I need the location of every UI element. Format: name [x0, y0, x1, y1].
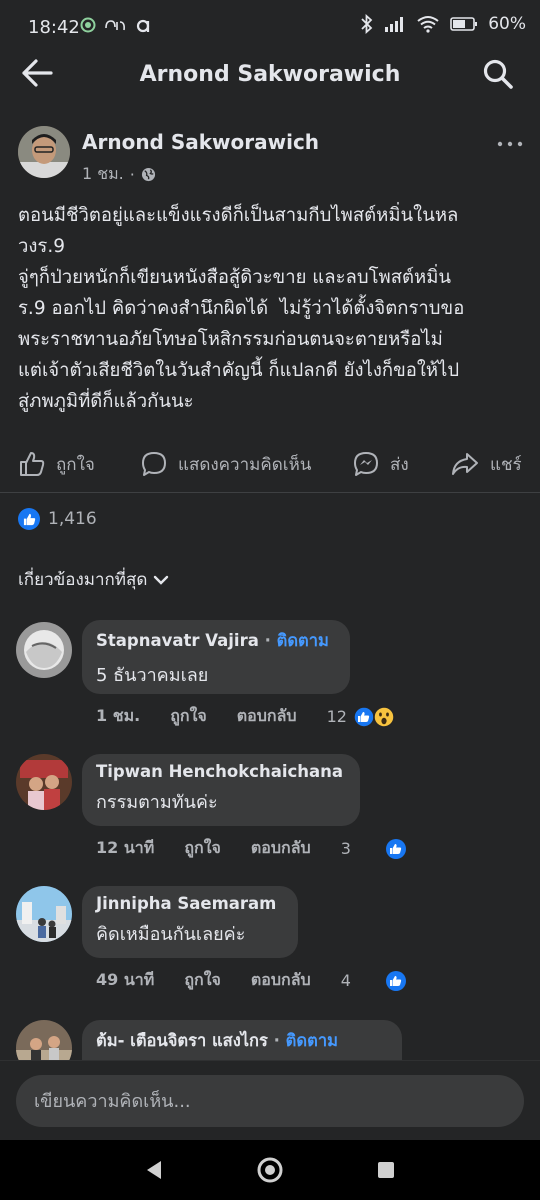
reaction-count: 1,416	[48, 509, 97, 529]
comment-reactions[interactable]: 3	[341, 838, 407, 860]
triangle-back-icon	[147, 1161, 161, 1179]
comment-bubble[interactable]: Jinnipha Saemaram คิดเหมือนกันเลยค่ะ	[82, 886, 298, 958]
comment-input[interactable]	[16, 1075, 524, 1127]
commenter-name[interactable]: Tipwan Henchokchaichana	[96, 762, 346, 781]
nav-recents-button[interactable]	[370, 1154, 402, 1186]
post-author-name[interactable]: Arnond Sakworawich	[82, 130, 319, 154]
post-meta: 1 ชม. ·	[82, 162, 156, 187]
comment-reply-link[interactable]: ตอบกลับ	[237, 704, 297, 729]
like-reaction-icon	[353, 705, 375, 728]
post-time: 1 ชม.	[82, 164, 124, 183]
top-bar: Arnond Sakworawich	[0, 44, 540, 104]
commenter-name[interactable]: Jinnipha Saemaram	[96, 894, 284, 913]
comment-like-link[interactable]: ถูกใจ	[170, 704, 207, 729]
signal-icon	[385, 17, 404, 32]
search-button[interactable]	[482, 58, 516, 92]
like-label: ถูกใจ	[56, 454, 95, 475]
comment-reactions[interactable]: 12	[326, 705, 395, 728]
status-time: 18:42	[28, 17, 80, 38]
share-icon	[452, 453, 478, 475]
comment-time: 49 นาที	[96, 970, 155, 989]
comment-like-link[interactable]: ถูกใจ	[184, 968, 221, 993]
comment-icon	[142, 452, 166, 476]
square-recents-icon	[378, 1162, 394, 1178]
like-reaction-icon	[385, 970, 406, 991]
share-label: แชร์	[490, 454, 522, 475]
comment-text: 5 ธันวาคมเลย	[96, 665, 209, 686]
post-more-button[interactable]	[496, 134, 526, 154]
commenter-name[interactable]: ต้ม- เตือนจิตรา แสงไกร	[96, 1031, 268, 1050]
comment-text: คิดเหมือนกันเลยค่ะ	[96, 924, 246, 945]
sort-label: เกี่ยวข้องมากที่สุด	[18, 570, 148, 590]
commenter-avatar[interactable]	[16, 754, 72, 810]
comment-reply-link[interactable]: ตอบกลับ	[251, 968, 311, 993]
comment-reaction-count: 3	[340, 839, 351, 858]
comment-text: กรรมตามทันค่ะ	[96, 792, 218, 813]
follow-link[interactable]: ติดตาม	[286, 1031, 338, 1050]
comment-reply-link[interactable]: ตอบกลับ	[251, 836, 311, 861]
comment-reaction-count: 4	[340, 971, 351, 990]
page-title: Arnond Sakworawich	[139, 62, 401, 87]
comment-button[interactable]: แสดงความคิดเห็น	[140, 440, 311, 488]
globe-icon	[141, 167, 155, 182]
wow-reaction-icon	[373, 705, 395, 728]
home-circle-icon	[257, 1157, 283, 1183]
post-header: Arnond Sakworawich 1 ชม. ·	[0, 122, 540, 192]
commenter-avatar[interactable]	[16, 886, 72, 942]
share-button[interactable]: แชร์	[450, 440, 522, 488]
wifi-icon	[417, 16, 439, 33]
battery-percent: 60%	[488, 14, 526, 34]
comment-time: 12 นาที	[96, 838, 155, 857]
app-notification-icon	[105, 20, 125, 31]
author-avatar[interactable]	[18, 126, 70, 178]
nav-back-button[interactable]	[138, 1154, 170, 1186]
send-button[interactable]: ส่ง	[352, 440, 409, 488]
like-button[interactable]: ถูกใจ	[18, 440, 95, 488]
post-text: ตอนมีชีวิตอยู่และแข็งแรงดีก็เป็นสามกีบไพ…	[18, 205, 465, 412]
follow-link[interactable]: ติดตาม	[277, 631, 329, 650]
comment-bubble[interactable]: Stapnavatr Vajira · ติดตาม 5 ธันวาคมเลย	[82, 620, 350, 694]
a-notification-icon	[136, 19, 150, 33]
comment-composer	[0, 1060, 540, 1140]
nav-home-button[interactable]	[254, 1154, 286, 1186]
more-options-icon	[497, 141, 523, 147]
bluetooth-icon	[361, 14, 373, 34]
comment-reaction-count: 12	[326, 707, 347, 726]
messenger-icon	[354, 452, 378, 476]
commenter-name[interactable]: Stapnavatr Vajira	[96, 631, 259, 650]
record-icon	[80, 17, 96, 33]
battery-icon	[450, 17, 478, 31]
comment-time: 1 ชม.	[96, 706, 141, 725]
comment-sort-dropdown[interactable]: เกี่ยวข้องมากที่สุด	[18, 566, 169, 593]
comment-meta: 1 ชม. ถูกใจ ตอบกลับ 12	[96, 704, 395, 729]
comment-meta: 49 นาที ถูกใจ ตอบกลับ 4	[96, 968, 407, 993]
commenter-avatar[interactable]	[16, 622, 72, 678]
comment-bubble[interactable]: Tipwan Henchokchaichana กรรมตามทันค่ะ	[82, 754, 360, 826]
like-reaction-icon	[385, 838, 406, 859]
comment-label: แสดงความคิดเห็น	[178, 454, 312, 475]
system-nav-bar	[0, 1140, 540, 1200]
post-actions: ถูกใจ แสดงความคิดเห็น ส่ง แชร์	[0, 440, 540, 490]
like-reaction-icon	[18, 508, 40, 530]
comment-reactions[interactable]: 4	[341, 970, 407, 992]
chevron-down-icon	[154, 575, 169, 585]
thumbs-up-icon	[20, 452, 45, 476]
comment-like-link[interactable]: ถูกใจ	[184, 836, 221, 861]
divider	[0, 492, 540, 493]
send-label: ส่ง	[390, 454, 409, 475]
search-icon	[483, 59, 513, 89]
comment-meta: 12 นาที ถูกใจ ตอบกลับ 3	[96, 836, 407, 861]
reaction-summary[interactable]: 1,416	[18, 508, 97, 530]
